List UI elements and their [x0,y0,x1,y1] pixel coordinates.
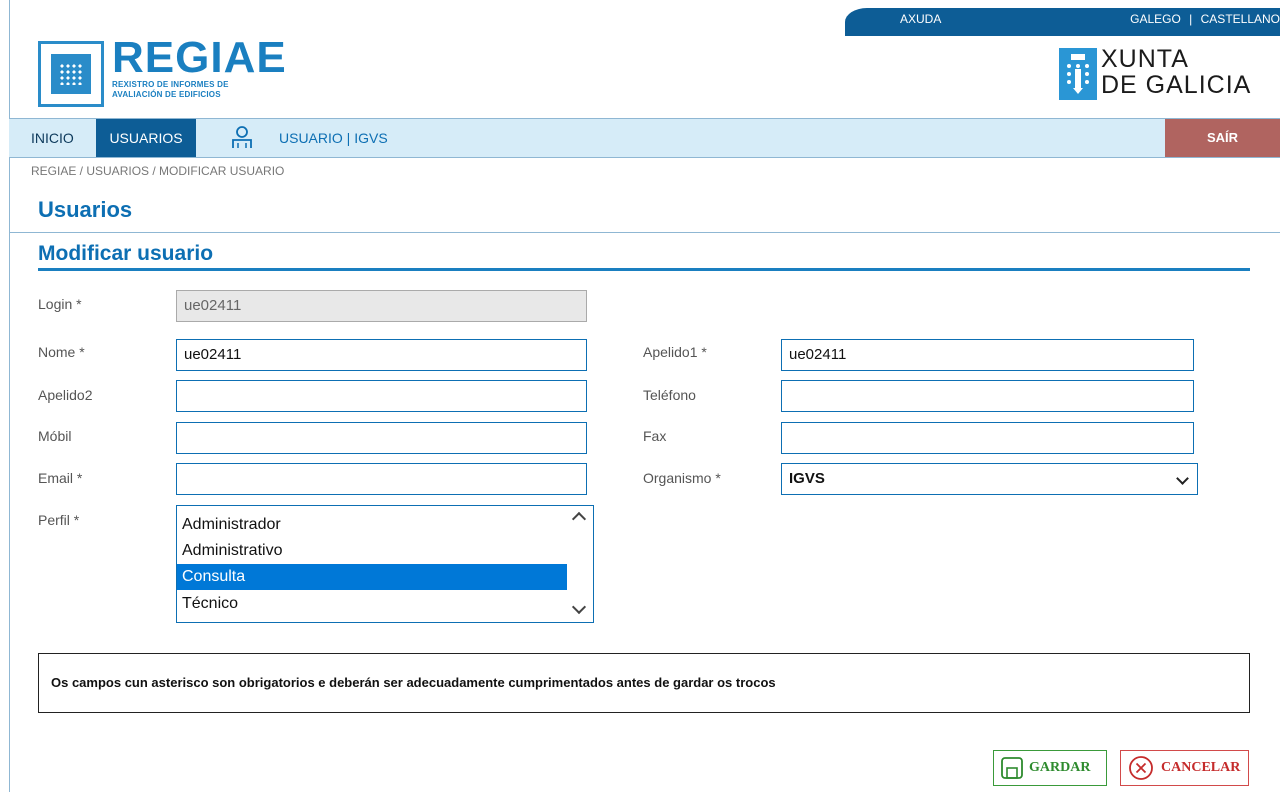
nav-inicio[interactable]: INICIO [19,119,86,157]
listbox-scrollbar[interactable] [567,506,593,622]
perfil-option-consulta[interactable]: Consulta [177,564,567,590]
breadcrumb: REGIAE / USUARIOS / MODIFICAR USUARIO [31,164,285,178]
logout-button[interactable]: SAÍR [1165,119,1280,157]
nav-usuarios[interactable]: USUARIOS [96,119,196,157]
brand-subtitle-2: AVALIACIÓN DE EDIFICIOS [112,90,221,99]
email-label: Email * [38,470,83,486]
top-utility-bar: AXUDA GALEGO | CASTELLANO [845,8,1280,36]
perfil-label: Perfil * [38,512,80,528]
perfil-option-administrador[interactable]: Administrador [177,512,567,538]
divider [9,232,1280,233]
regiae-logo-icon[interactable] [38,41,104,107]
nome-label: Nome * [38,344,85,360]
section-title: Modificar usuario [38,242,214,265]
apelido1-label: Apelido1 * [643,344,707,360]
user-icon [231,125,253,154]
xunta-shield-icon [1059,48,1097,100]
lang-separator: | [1189,12,1193,26]
brand: REGIAE REXISTRO DE INFORMES DE AVALIACIÓ… [112,36,287,100]
main-nav: INICIO USUARIOS USUARIO | IGVS SAÍR [9,118,1280,158]
help-link[interactable]: AXUDA [900,12,941,26]
lang-castellano-link[interactable]: CASTELLANO [1201,12,1280,26]
nome-field[interactable]: ue02411 [176,339,587,371]
mobil-field[interactable] [176,422,587,454]
section-divider [38,268,1250,271]
save-button[interactable]: GARDAR [993,750,1107,786]
cancel-button[interactable]: CANCELAR [1120,750,1249,786]
lang-galego-link[interactable]: GALEGO [1130,12,1181,26]
organismo-select[interactable]: IGVS [781,463,1198,495]
email-field[interactable] [176,463,587,495]
cancel-icon [1129,756,1153,780]
apelido2-label: Apelido2 [38,387,93,403]
chevron-down-icon[interactable] [571,599,587,615]
chevron-down-icon [1176,472,1189,485]
current-user-label: USUARIO | IGVS [279,130,388,146]
telefono-field[interactable] [781,380,1194,412]
perfil-option-administrativo[interactable]: Administrativo [177,538,567,564]
organismo-label: Organismo * [643,470,721,486]
brand-name: REGIAE [112,33,287,82]
perfil-listbox[interactable]: Administrador Administrativo Consulta Té… [176,505,594,623]
save-icon [1001,757,1023,779]
required-fields-notice: Os campos cun asterisco son obrigatorios… [38,653,1250,713]
chevron-up-icon[interactable] [571,511,587,527]
language-switcher: GALEGO | CASTELLANO [1130,12,1280,26]
apelido2-field[interactable] [176,380,587,412]
mobil-label: Móbil [38,428,72,444]
perfil-option-tecnico[interactable]: Técnico [177,591,567,617]
xunta-line-2: DE GALICIA [1101,71,1252,99]
login-field: ue02411 [176,290,587,322]
fax-field[interactable] [781,422,1194,454]
organismo-selected-value: IGVS [789,470,825,487]
apelido1-field[interactable]: ue02411 [781,339,1194,371]
cancel-label: CANCELAR [1161,760,1241,775]
xunta-line-1: XUNTA [1101,45,1189,73]
page-title: Usuarios [38,197,133,222]
telefono-label: Teléfono [643,387,696,403]
login-label: Login * [38,296,82,312]
fax-label: Fax [643,428,667,444]
save-label: GARDAR [1029,760,1091,775]
